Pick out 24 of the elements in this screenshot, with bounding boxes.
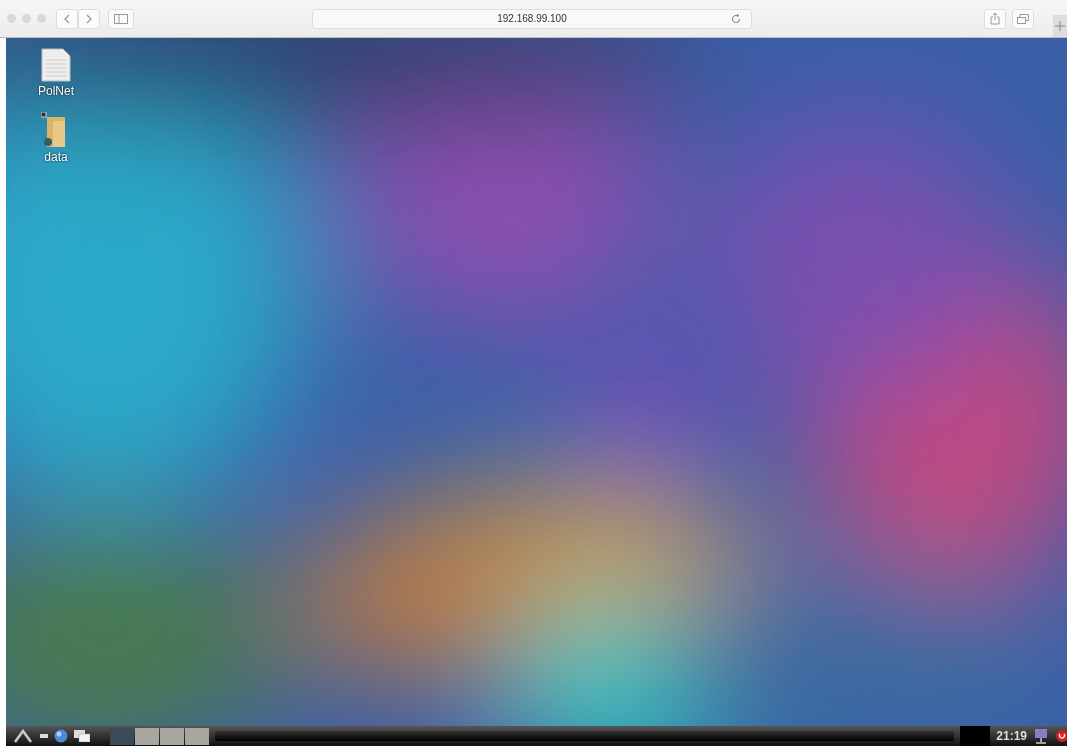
tray-area [960,726,991,746]
workspace-button[interactable] [185,727,209,745]
plus-icon [1055,21,1065,31]
power-icon[interactable] [1055,728,1067,744]
globe-icon[interactable] [54,729,68,743]
sidebar-button[interactable] [108,8,134,29]
chevron-right-icon [85,13,93,24]
share-icon [990,12,1000,25]
sidebar-icon [114,13,128,24]
clock: 21:19 [996,729,1027,743]
windows-icon[interactable] [74,730,90,742]
icon-label: data [44,150,68,164]
tabs-icon [1017,13,1029,24]
workspace-button[interactable] [160,727,184,745]
chevron-left-icon [63,13,71,24]
address-field[interactable]: 192.168.99.100 [312,8,752,29]
icon-label: PolNet [38,84,74,98]
reload-icon[interactable] [731,13,741,24]
menu-icon[interactable] [14,729,34,743]
minimize-icon[interactable] [40,733,48,739]
document-icon[interactable] [41,48,71,82]
tabs-button[interactable] [1012,8,1034,29]
workspace-button[interactable] [135,727,159,745]
network-icon[interactable] [1033,728,1049,744]
